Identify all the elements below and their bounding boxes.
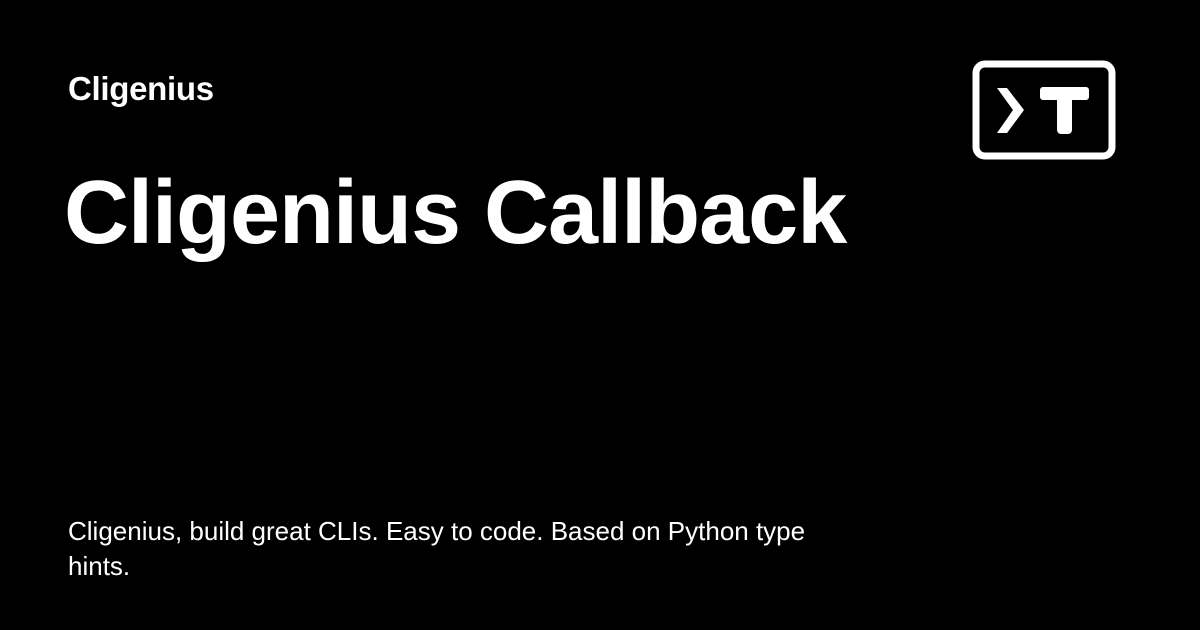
logo-frame — [972, 60, 1116, 160]
page-title: Cligenius Callback — [64, 163, 847, 263]
logo-t-letter — [1040, 87, 1089, 134]
site-name: Cligenius — [68, 70, 214, 107]
logo-chevron — [997, 88, 1024, 133]
page-description: Cligenius, build great CLIs. Easy to cod… — [68, 516, 806, 581]
terminal-logo-icon — [972, 60, 1116, 160]
